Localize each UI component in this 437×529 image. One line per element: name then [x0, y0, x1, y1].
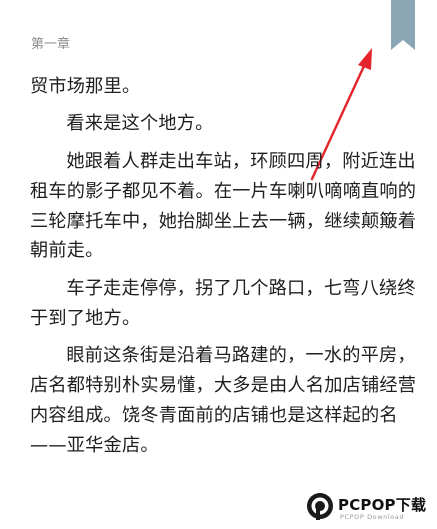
watermark-brand: PCPOP下载	[338, 496, 427, 514]
bookmark-icon[interactable]	[391, 0, 415, 50]
chapter-text: 贸市场那里。 看来是这个地方。 她跟着人群走出车站，环顾四周，附近连出租车的影子…	[30, 72, 420, 468]
pcpop-logo-icon	[307, 493, 333, 520]
paragraph: 她跟着人群走出车站，环顾四周，附近连出租车的影子都见不着。在一片车喇叭嘀嘀直响的…	[30, 150, 417, 262]
reader-page[interactable]: 第一章 贸市场那里。 看来是这个地方。 她跟着人群走出车站，环顾四周，附近连出租…	[0, 0, 437, 529]
watermark: PCPOP下载 PCPOP Download	[300, 489, 437, 529]
paragraph: 眼前这条街是沿着马路建的，一水的平房，店名都特别朴实易懂，大多是由人名加店铺经营…	[30, 345, 417, 456]
watermark-subtitle: PCPOP Download	[340, 513, 405, 521]
paragraph: 看来是这个地方。	[66, 113, 214, 135]
chapter-header: 第一章	[31, 37, 71, 52]
paragraph: 贸市场那里。	[30, 76, 141, 97]
paragraph: 车子走走停停，拐了几个路口，七弯八绕终于到了地方。	[30, 277, 416, 329]
